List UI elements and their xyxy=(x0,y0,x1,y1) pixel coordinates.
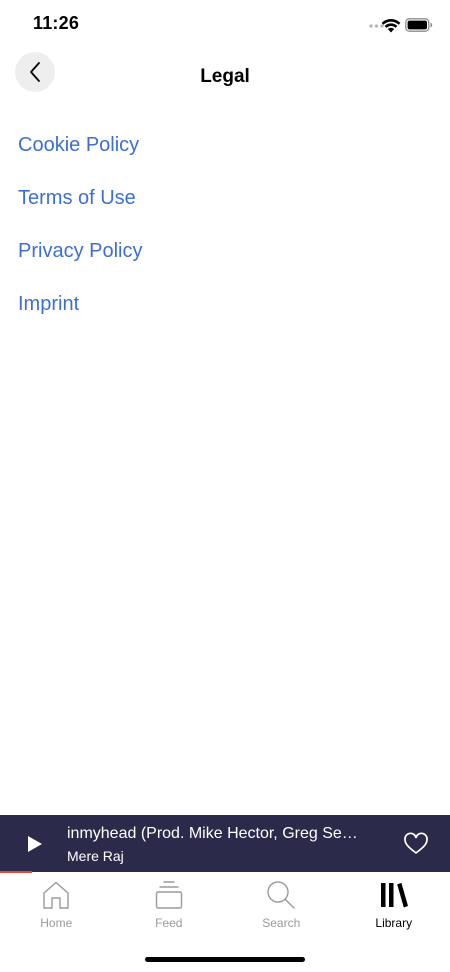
home-indicator xyxy=(145,957,305,962)
status-bar: 11:26 xyxy=(0,0,450,48)
privacy-policy-link[interactable]: Privacy Policy xyxy=(18,236,142,289)
search-icon xyxy=(267,881,295,909)
imprint-link[interactable]: Imprint xyxy=(18,289,142,342)
battery-icon xyxy=(405,18,433,32)
tab-feed-label: Feed xyxy=(155,916,183,930)
legal-links-list: Cookie Policy Terms of Use Privacy Polic… xyxy=(18,130,142,342)
status-time: 11:26 xyxy=(33,13,80,33)
track-title: inmyhead (Prod. Mike Hector, Greg Se… xyxy=(67,825,358,842)
play-icon[interactable] xyxy=(22,832,46,856)
page-title: Legal xyxy=(200,66,250,87)
tab-library[interactable]: Library xyxy=(338,873,450,937)
mini-player[interactable]: inmyhead (Prod. Mike Hector, Greg Se… Me… xyxy=(0,815,450,872)
heart-icon[interactable] xyxy=(402,830,430,858)
tab-bar: Home Feed Search Library xyxy=(0,873,450,937)
tab-library-label: Library xyxy=(375,916,413,930)
feed-icon xyxy=(155,881,182,909)
cookie-policy-link[interactable]: Cookie Policy xyxy=(18,130,142,183)
tab-feed[interactable]: Feed xyxy=(113,873,226,937)
tab-search[interactable]: Search xyxy=(225,873,338,937)
tab-home-label: Home xyxy=(40,916,73,930)
tab-search-label: Search xyxy=(262,916,301,930)
terms-of-use-link[interactable]: Terms of Use xyxy=(18,183,142,236)
home-icon xyxy=(43,881,69,909)
track-artist: Mere Raj xyxy=(67,848,124,864)
library-icon xyxy=(380,882,408,908)
tab-home[interactable]: Home xyxy=(0,873,113,937)
wifi-icon xyxy=(381,19,401,33)
